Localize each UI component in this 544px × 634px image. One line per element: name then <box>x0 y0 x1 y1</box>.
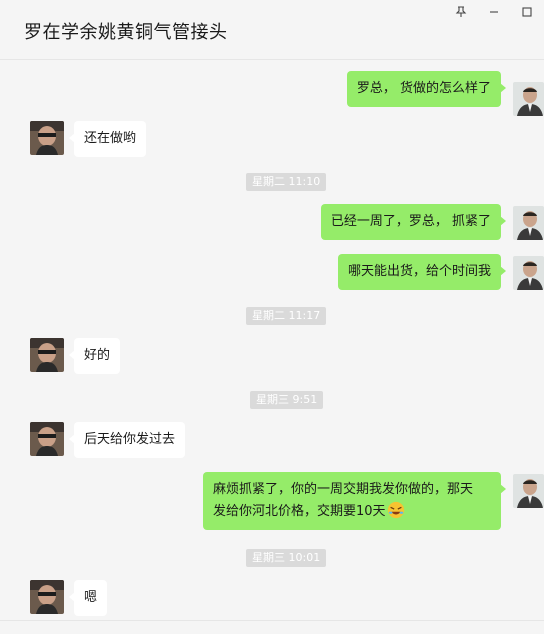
contact-avatar[interactable] <box>30 422 64 456</box>
contact-avatar[interactable] <box>30 580 64 614</box>
message-line: 发给你河北价格，交期要10天 <box>213 501 491 523</box>
message-list[interactable]: 罗总， 货做的怎么样了 还在做哟 星期二 11:10 已经一周了，罗总， 抓紧了… <box>0 60 544 620</box>
message-line: 麻烦抓紧了，你的一周交期我发你做的，那天 <box>213 482 474 497</box>
input-area-edge[interactable] <box>0 620 544 634</box>
message-bubble[interactable]: 已经一周了，罗总， 抓紧了 <box>320 204 507 240</box>
message-bubble[interactable]: 好的 <box>68 338 121 374</box>
message-bubble[interactable]: 哪天能出货，给个时间我 <box>337 254 507 290</box>
my-avatar[interactable] <box>513 256 544 290</box>
rolling-laughing-emoji <box>387 501 404 519</box>
pin-icon[interactable] <box>453 4 469 20</box>
message-bubble[interactable]: 后天给你发过去 <box>68 422 186 458</box>
maximize-icon[interactable] <box>519 4 535 20</box>
my-avatar[interactable] <box>513 474 544 508</box>
timestamp: 星期三 10:01 <box>246 549 327 567</box>
message-bubble[interactable]: 麻烦抓紧了，你的一周交期我发你做的，那天 发给你河北价格，交期要10天 <box>203 472 506 530</box>
my-avatar[interactable] <box>513 82 544 116</box>
message-bubble[interactable]: 还在做哟 <box>68 121 147 157</box>
timestamp: 星期三 9:51 <box>250 391 324 409</box>
minimize-icon[interactable] <box>486 4 502 20</box>
timestamp: 星期二 11:17 <box>246 307 327 325</box>
message-bubble[interactable]: 嗯 <box>68 580 108 616</box>
contact-avatar[interactable] <box>30 338 64 372</box>
message-bubble[interactable]: 罗总， 货做的怎么样了 <box>346 71 507 107</box>
message-line-text: 发给你河北价格，交期要10天 <box>213 504 386 519</box>
contact-avatar[interactable] <box>30 121 64 155</box>
my-avatar[interactable] <box>513 206 544 240</box>
chat-header: 罗在学余姚黄铜气管接头 <box>0 0 544 60</box>
chat-title: 罗在学余姚黄铜气管接头 <box>24 22 228 43</box>
timestamp: 星期二 11:10 <box>246 173 327 191</box>
